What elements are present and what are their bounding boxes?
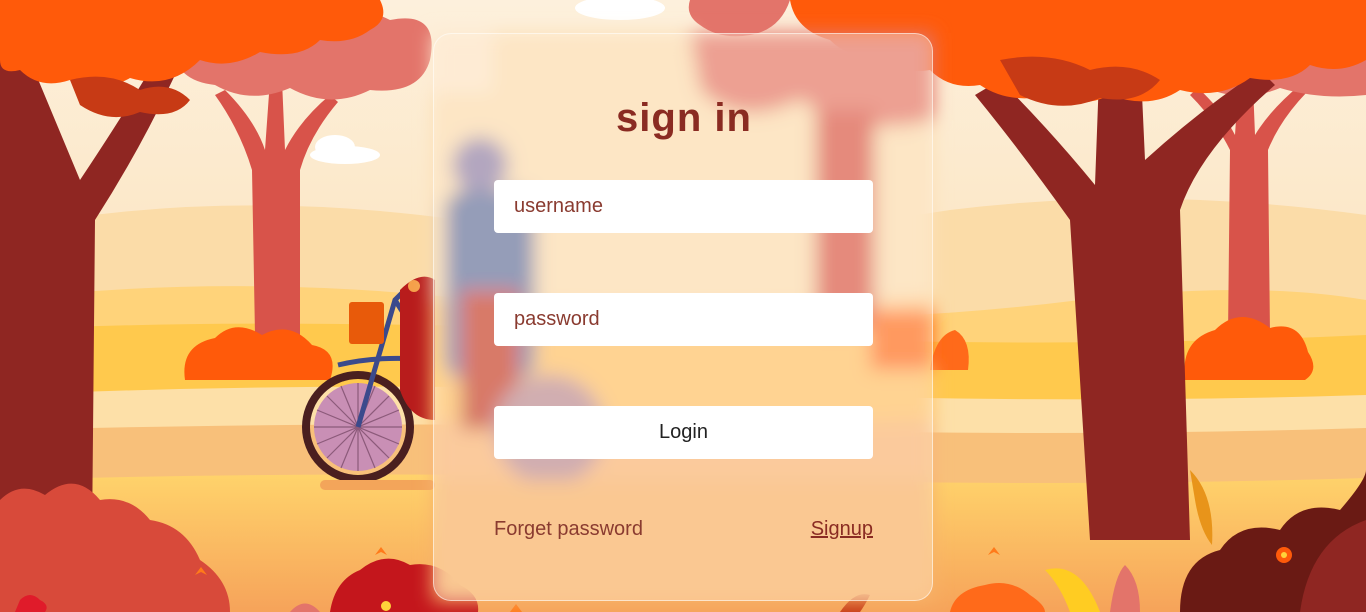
forget-password-link[interactable]: Forget password [494, 518, 643, 541]
signup-link[interactable]: Signup [811, 518, 873, 541]
login-card: sign in Login Forget password Signup [433, 33, 933, 601]
password-input[interactable] [494, 293, 873, 346]
username-input[interactable] [494, 180, 873, 233]
page-title: sign in [616, 96, 752, 140]
auth-links: Forget password Signup [494, 518, 873, 542]
login-button[interactable]: Login [494, 406, 873, 459]
